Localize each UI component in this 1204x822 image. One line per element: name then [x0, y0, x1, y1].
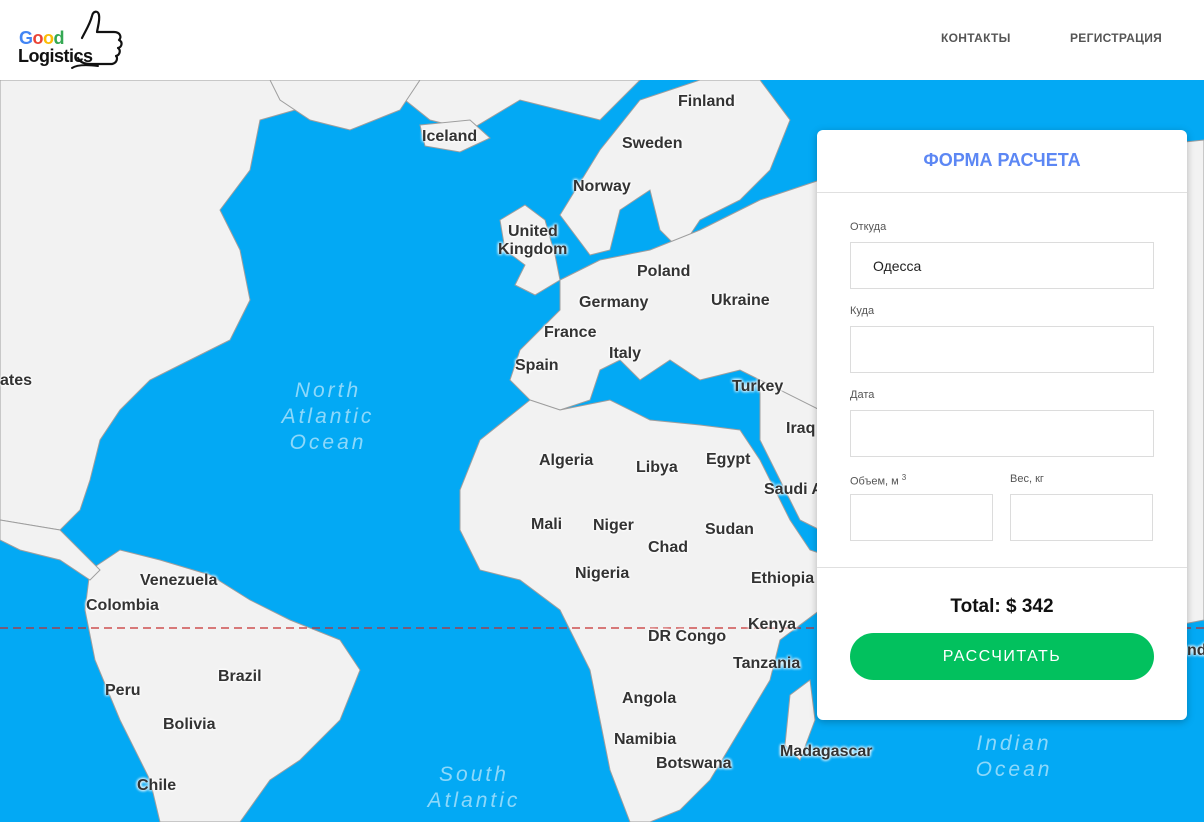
label-france: France	[544, 324, 597, 341]
label-poland: Poland	[637, 263, 691, 280]
label-sweden: Sweden	[622, 135, 683, 152]
label-ukraine: Ukraine	[711, 292, 770, 309]
label-norway: Norway	[573, 178, 631, 195]
to-label: Куда	[850, 305, 875, 317]
calculate-button[interactable]: РАССЧИТАТЬ	[850, 633, 1154, 680]
weight-input[interactable]	[1010, 494, 1153, 541]
label-iceland: Iceland	[422, 128, 478, 145]
label-brazil: Brazil	[218, 668, 262, 685]
label-iraq: Iraq	[786, 420, 816, 437]
label-venezuela: Venezuela	[140, 572, 218, 589]
label-italy: Italy	[609, 345, 642, 362]
nav-register[interactable]: РЕГИСТРАЦИЯ	[1070, 31, 1162, 45]
form-header-divider	[817, 192, 1187, 193]
label-mali: Mali	[531, 516, 563, 533]
volume-input[interactable]	[850, 494, 993, 541]
label-chad: Chad	[648, 539, 688, 556]
label-nd: nd	[1187, 642, 1204, 659]
label-madagascar: Madagascar	[780, 743, 873, 760]
label-germany: Germany	[579, 294, 649, 311]
label-sudan: Sudan	[705, 521, 754, 538]
label-chile: Chile	[137, 777, 177, 794]
from-label: Откуда	[850, 221, 887, 233]
form-footer-divider	[817, 567, 1187, 568]
label-spain: Spain	[515, 357, 559, 374]
label-finland: Finland	[678, 93, 735, 110]
label-algeria: Algeria	[539, 452, 594, 469]
label-tanzania: Tanzania	[733, 655, 801, 672]
logo[interactable]: Good Logistics	[18, 8, 128, 70]
label-south-atlantic-ocean: South Atlantic	[427, 763, 521, 812]
label-uk-line1: United	[508, 223, 558, 240]
date-label: Дата	[850, 389, 875, 401]
header: Good Logistics КОНТАКТЫ РЕГИСТРАЦИЯ	[0, 0, 1204, 80]
nav-contacts[interactable]: КОНТАКТЫ	[941, 31, 1011, 45]
form-title: ФОРМА РАСЧЕТА	[923, 150, 1081, 170]
label-peru: Peru	[105, 682, 141, 699]
thumbs-up-icon	[71, 10, 123, 69]
label-uk-line2: Kingdom	[498, 241, 568, 258]
label-angola: Angola	[622, 690, 677, 707]
label-namibia: Namibia	[614, 731, 677, 748]
label-ethiopia: Ethiopia	[751, 570, 815, 587]
label-egypt: Egypt	[706, 451, 751, 468]
label-united-states: ates	[0, 372, 33, 389]
weight-label: Вес, кг	[1010, 473, 1044, 485]
from-input[interactable]	[850, 242, 1154, 289]
label-colombia: Colombia	[86, 597, 159, 614]
label-nigeria: Nigeria	[575, 565, 630, 582]
label-turkey: Turkey	[732, 378, 784, 395]
label-libya: Libya	[636, 459, 678, 476]
calculation-form: ФОРМА РАСЧЕТА Откуда Куда Дата Объем, м …	[817, 130, 1187, 720]
date-input[interactable]	[850, 410, 1154, 457]
label-saudi-arabia: Saudi A	[764, 481, 823, 498]
volume-label-text: Объем, м	[850, 475, 899, 488]
label-dr-congo: DR Congo	[648, 628, 727, 645]
label-kenya: Kenya	[748, 616, 797, 633]
label-north-atlantic-ocean: North Atlantic Ocean	[281, 379, 375, 454]
label-bolivia: Bolivia	[163, 716, 216, 733]
label-niger: Niger	[593, 517, 634, 534]
label-indian-ocean: Indian Ocean	[975, 732, 1053, 781]
volume-label-unit: 3	[901, 473, 907, 482]
to-input[interactable]	[850, 326, 1154, 373]
volume-label: Объем, м 3	[850, 473, 906, 488]
label-botswana: Botswana	[656, 755, 732, 772]
total-price: Total: $ 342	[950, 596, 1054, 617]
